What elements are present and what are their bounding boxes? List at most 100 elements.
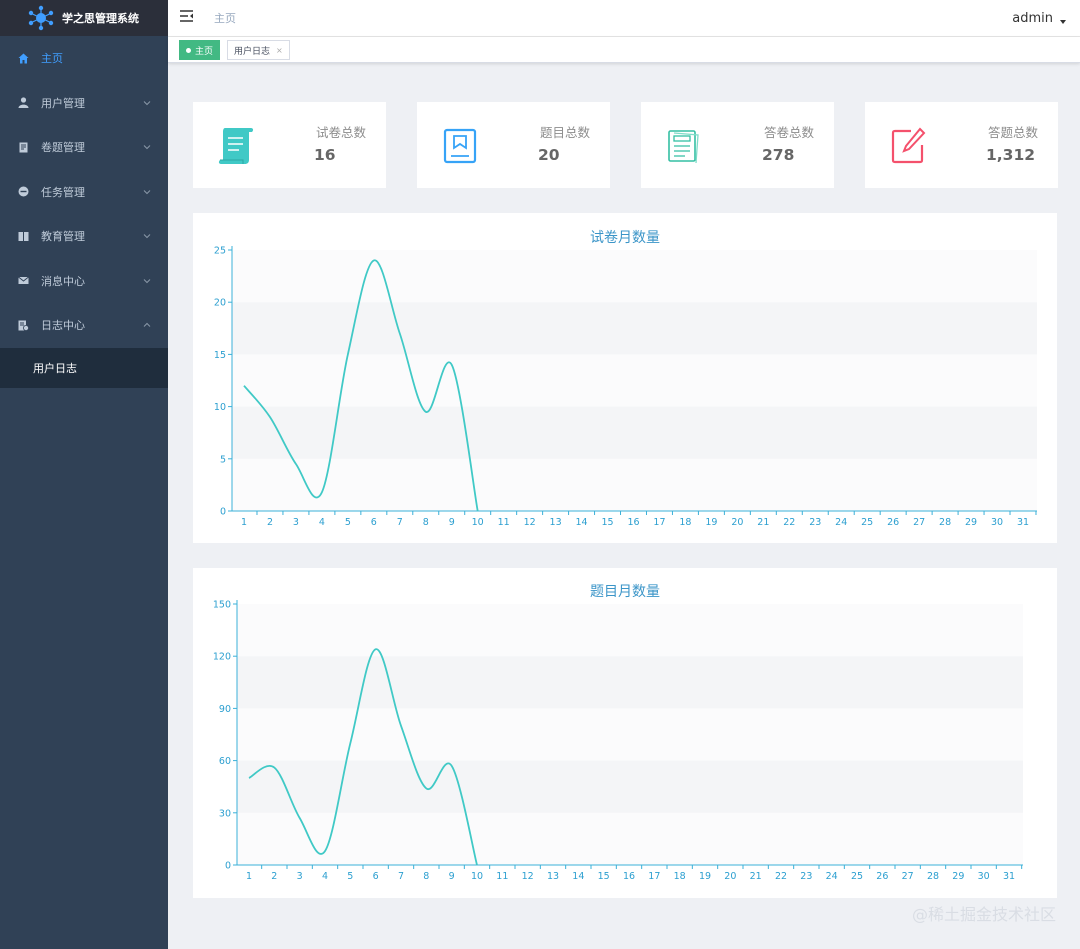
y-tick-label: 120 — [213, 652, 231, 663]
y-tick-label: 15 — [214, 350, 226, 361]
x-tick-label: 21 — [757, 517, 769, 528]
sidebar-item-home[interactable]: 主页 — [0, 36, 168, 81]
y-tick-label: 0 — [225, 861, 231, 872]
sidebar-item-tasks[interactable]: 任务管理 — [0, 170, 168, 215]
navbar: 主页 admin — [168, 0, 1080, 37]
sidebar-item-logs[interactable]: 日志中心 — [0, 303, 168, 348]
x-tick-label: 29 — [952, 871, 964, 882]
x-tick-label: 14 — [576, 517, 588, 528]
x-tick-label: 23 — [809, 517, 821, 528]
sidebar: 学之思管理系统 主页 用户管理 卷题管理 任务管理 教育管理 消息中心 日志中心… — [0, 0, 168, 949]
x-tick-label: 7 — [397, 517, 403, 528]
chart-panel-questions: 题目月数量 0 30 60 90 120 150 1 2 3 4 5 6 7 8 9 10 11 12 13 14 15 1… — [193, 568, 1057, 898]
x-tick-label: 6 — [371, 517, 377, 528]
sidebar-item-users[interactable]: 用户管理 — [0, 81, 168, 126]
x-tick-label: 30 — [978, 871, 990, 882]
x-tick-label: 10 — [472, 517, 484, 528]
x-tick-label: 3 — [293, 517, 299, 528]
x-tick-label: 19 — [699, 871, 711, 882]
tag-home[interactable]: 主页 — [179, 40, 221, 60]
chart-title: 试卷月数量 — [590, 230, 660, 246]
sidebar-item-label: 任务管理 — [41, 185, 85, 199]
x-tick-label: 11 — [498, 517, 510, 528]
app-logo[interactable]: 学之思管理系统 — [0, 0, 168, 36]
x-tick-label: 4 — [319, 517, 325, 528]
log-icon — [17, 319, 29, 331]
x-tick-label: 17 — [653, 517, 665, 528]
x-tick-label: 21 — [750, 871, 762, 882]
x-tick-label: 1 — [241, 517, 247, 528]
x-tick-label: 6 — [373, 871, 379, 882]
stat-card-papers[interactable]: 试卷总数 16 — [193, 102, 386, 188]
chart-panel-papers: 试卷月数量 0 5 10 15 20 25 1 2 3 4 5 6 7 8 9 10 11 12 13 14 15 16 17… — [193, 213, 1057, 543]
card-label: 答卷总数 — [763, 125, 814, 140]
x-tick-label: 16 — [627, 517, 639, 528]
sidebar-item-label: 卷题管理 — [41, 141, 85, 155]
logo-icon — [28, 5, 54, 31]
sidebar-subitem-user-log[interactable]: 用户日志 — [0, 347, 168, 388]
y-tick-label: 150 — [213, 600, 231, 611]
grid-band — [232, 406, 1037, 459]
grid-band — [237, 604, 1023, 657]
x-tick-label: 26 — [887, 517, 899, 528]
x-tick-label: 28 — [927, 871, 939, 882]
tag-user-log[interactable]: 用户日志 × — [227, 40, 290, 60]
x-tick-label: 23 — [800, 871, 812, 882]
tag-label: 主页 — [195, 46, 214, 57]
grid-band — [237, 760, 1023, 813]
y-tick-label: 20 — [214, 298, 226, 309]
sidebar-item-education[interactable]: 教育管理 — [0, 214, 168, 259]
sidebar-item-messages[interactable]: 消息中心 — [0, 259, 168, 304]
sidebar-item-label: 日志中心 — [41, 319, 85, 333]
card-value: 20 — [538, 146, 560, 164]
chevron-down-icon — [143, 100, 151, 105]
user-menu[interactable]: admin — [1012, 11, 1066, 26]
grid-band — [237, 656, 1023, 709]
close-icon[interactable]: × — [276, 46, 283, 55]
grid-band — [237, 708, 1023, 761]
x-tick-label: 5 — [347, 871, 353, 882]
watermark: @稀土掘金技术社区 — [911, 905, 1056, 924]
home-icon — [17, 52, 29, 64]
x-tick-label: 4 — [322, 871, 328, 882]
grid-band — [232, 458, 1037, 511]
x-tick-label: 2 — [271, 871, 277, 882]
grid-band — [232, 250, 1037, 303]
sidebar-item-label: 用户管理 — [41, 96, 85, 110]
card-label: 题目总数 — [539, 125, 590, 140]
x-tick-label: 19 — [705, 517, 717, 528]
card-label: 试卷总数 — [315, 125, 366, 140]
x-tick-label: 15 — [598, 871, 610, 882]
x-tick-label: 18 — [679, 517, 691, 528]
chevron-down-icon — [143, 145, 151, 150]
stat-card-answers[interactable]: 答题总数 1,312 — [865, 102, 1058, 188]
x-tick-label: 24 — [826, 871, 838, 882]
stat-card-questions[interactable]: 题目总数 20 — [417, 102, 610, 188]
y-tick-label: 90 — [219, 704, 231, 715]
x-tick-label: 14 — [572, 871, 584, 882]
answer-sheet-icon — [668, 130, 699, 164]
hamburger-icon[interactable] — [180, 10, 194, 22]
grid-band — [232, 354, 1037, 407]
x-tick-label: 12 — [524, 517, 536, 528]
x-tick-label: 27 — [913, 517, 925, 528]
paper-icon — [17, 141, 29, 153]
x-tick-label: 5 — [345, 517, 351, 528]
x-tick-label: 17 — [648, 871, 660, 882]
sidebar-item-papers[interactable]: 卷题管理 — [0, 125, 168, 170]
x-tick-label: 22 — [775, 871, 787, 882]
x-tick-label: 8 — [423, 871, 429, 882]
x-tick-label: 16 — [623, 871, 635, 882]
y-tick-label: 0 — [220, 507, 226, 518]
sidebar-item-label: 主页 — [41, 52, 63, 66]
tag-label: 用户日志 — [234, 46, 271, 57]
y-tick-label: 5 — [220, 454, 226, 465]
x-tick-label: 26 — [876, 871, 888, 882]
app-title: 学之思管理系统 — [62, 12, 139, 25]
x-tick-label: 9 — [449, 517, 455, 528]
stat-card-answer-sheets[interactable]: 答卷总数 278 — [641, 102, 834, 188]
x-tick-label: 3 — [297, 871, 303, 882]
chevron-up-icon — [143, 323, 151, 328]
x-tick-label: 13 — [547, 871, 559, 882]
x-tick-label: 28 — [939, 517, 951, 528]
